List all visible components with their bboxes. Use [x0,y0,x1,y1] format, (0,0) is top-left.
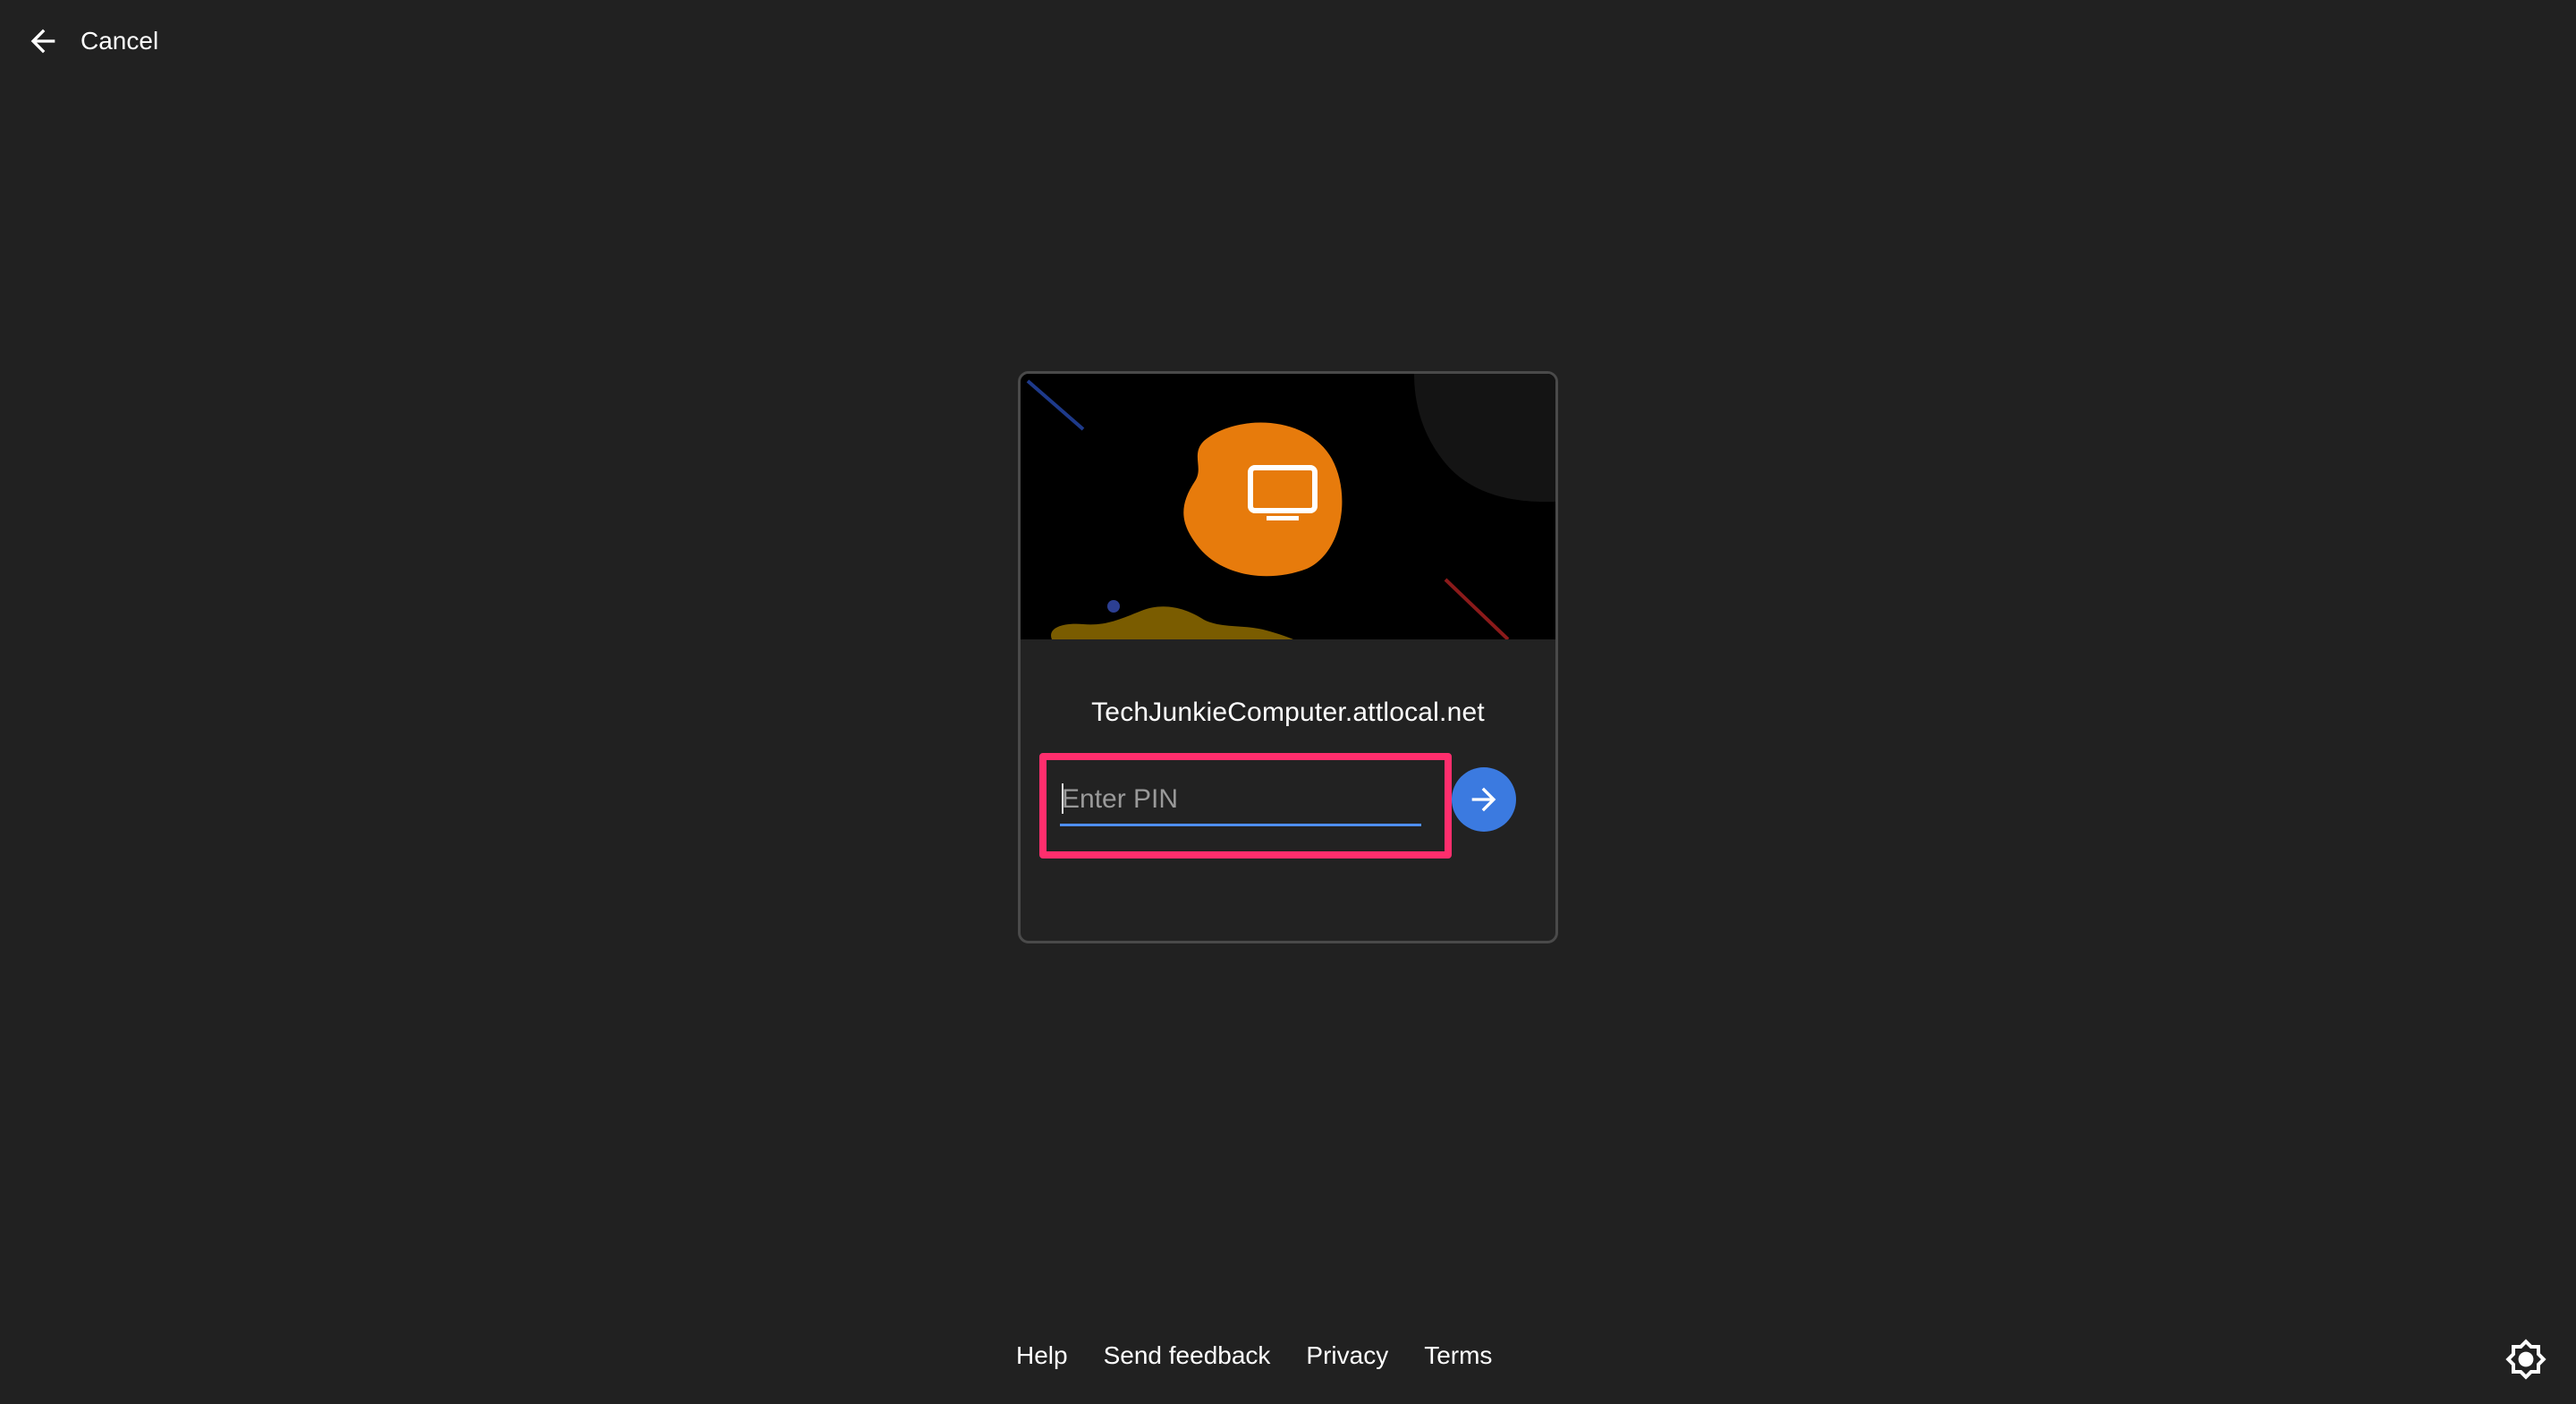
monitor-icon [1183,422,1343,577]
cancel-label[interactable]: Cancel [80,27,158,55]
text-caret [1062,783,1063,814]
brightness-icon [2505,1339,2546,1380]
host-name: TechJunkieComputer.attlocal.net [1091,698,1485,727]
cancel-button[interactable]: Cancel [25,18,158,64]
card-illustration [1021,374,1555,639]
footer-link-privacy[interactable]: Privacy [1306,1341,1388,1370]
page: Cancel TechJunkieComputer.attlocal.net H… [0,0,2576,1404]
footer-links: Help Send feedback Privacy Terms [1016,1341,1492,1370]
footer-link-send-feedback[interactable]: Send feedback [1104,1341,1271,1370]
arrow-right-icon [1471,787,1496,812]
arrow-left-icon[interactable] [25,23,61,59]
submit-pin-button[interactable] [1452,767,1516,832]
pin-input[interactable] [1060,774,1421,826]
footer-link-terms[interactable]: Terms [1424,1341,1492,1370]
footer-link-help[interactable]: Help [1016,1341,1068,1370]
host-card: TechJunkieComputer.attlocal.net [1018,371,1558,943]
theme-toggle-button[interactable] [2504,1338,2547,1381]
